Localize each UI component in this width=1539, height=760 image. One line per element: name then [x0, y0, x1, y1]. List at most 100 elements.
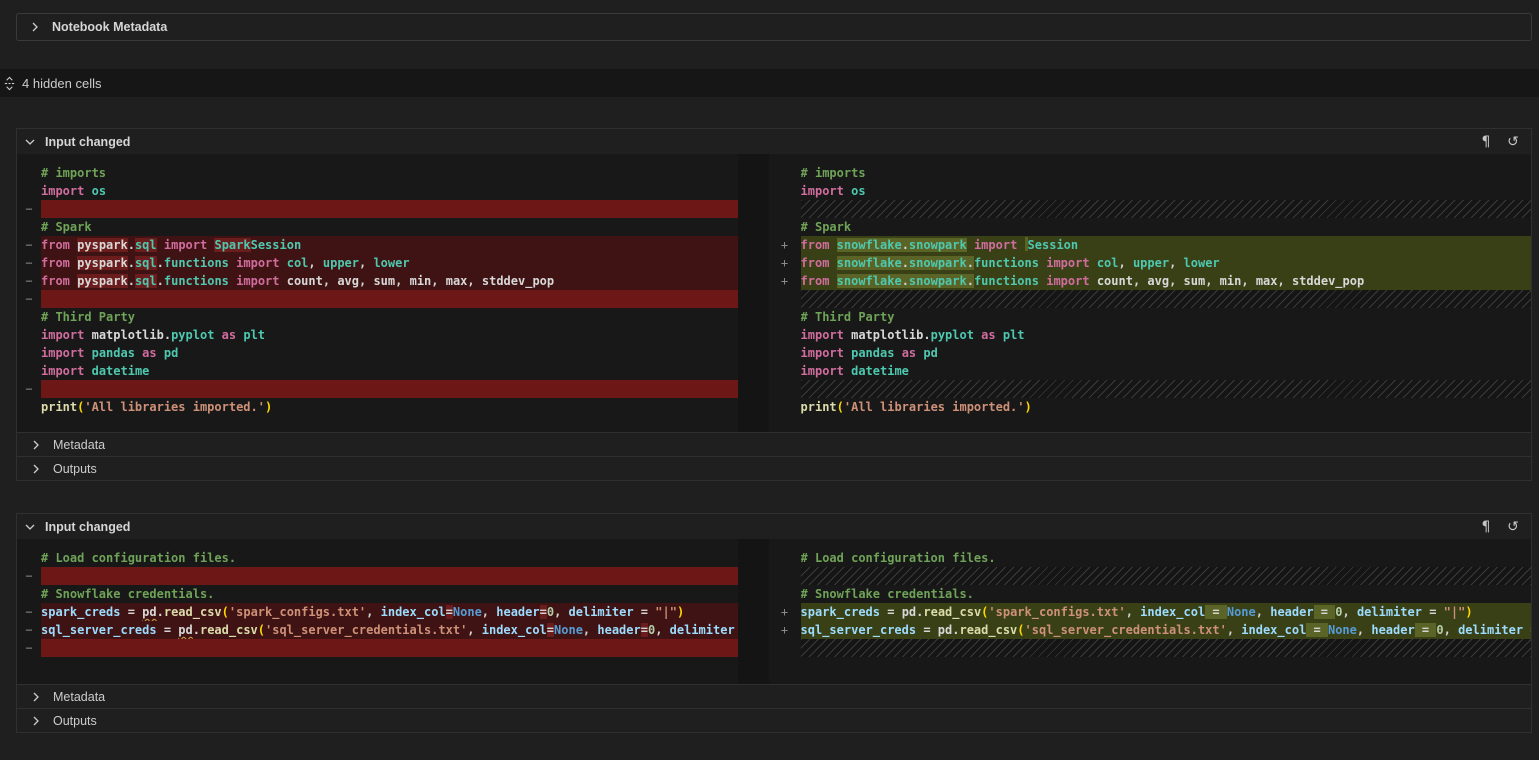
diff-gutter-marker: −	[17, 200, 41, 218]
code-text: # Load configuration files.	[801, 549, 1531, 567]
diff-gutter	[769, 218, 801, 236]
diff-gutter-marker: −	[17, 272, 41, 290]
code-text: # Third Party	[801, 308, 1531, 326]
code-line: +from snowflake.snowpark import Session	[769, 236, 1531, 254]
code-text: # Load configuration files.	[41, 549, 738, 567]
cell-metadata-label: Metadata	[53, 438, 105, 452]
chevron-right-icon	[27, 19, 43, 35]
code-line	[769, 639, 1531, 657]
code-line: +spark_creds = pd.read_csv('spark_config…	[769, 603, 1531, 621]
cell-metadata-row[interactable]: Metadata	[17, 432, 1531, 456]
diff-gutter	[769, 362, 801, 380]
code-text: sql_server_creds = pd.read_csv('sql_serv…	[801, 621, 1531, 639]
diff-gutter	[769, 380, 801, 398]
diff-gutter-marker: −	[17, 639, 41, 657]
code-line: −from pyspark.sql.functions import col, …	[17, 254, 738, 272]
chevron-right-icon	[28, 437, 44, 453]
code-text: import matplotlib.pyplot as plt	[41, 326, 738, 344]
diff-gutter	[769, 164, 801, 182]
diff-gutter	[17, 398, 41, 416]
hidden-cells-row[interactable]: 4 hidden cells	[0, 69, 1539, 97]
diff-gutter-marker: +	[769, 621, 801, 639]
cell-metadata-row[interactable]: Metadata	[17, 684, 1531, 708]
code-line: # Snowflake credentials.	[769, 585, 1531, 603]
diff-gutter-marker: −	[17, 254, 41, 272]
diff-gutter-marker: −	[17, 621, 41, 639]
code-line: import datetime	[769, 362, 1531, 380]
code-line: import pandas as pd	[17, 344, 738, 362]
code-line: import os	[17, 182, 738, 200]
code-text: # imports	[41, 164, 738, 182]
code-line: print('All libraries imported.')	[17, 398, 738, 416]
notebook-metadata-header[interactable]: Notebook Metadata	[16, 13, 1532, 41]
code-line: # Third Party	[769, 308, 1531, 326]
code-line: −	[17, 567, 738, 585]
diff-gutter	[769, 200, 801, 218]
code-line: import matplotlib.pyplot as plt	[769, 326, 1531, 344]
code-line: print('All libraries imported.')	[769, 398, 1531, 416]
code-line: # Load configuration files.	[769, 549, 1531, 567]
hidden-cells-label: 4 hidden cells	[22, 76, 102, 91]
chevron-down-icon	[22, 134, 38, 150]
code-line: # Snowflake credentials.	[17, 585, 738, 603]
code-text: import os	[801, 182, 1531, 200]
revert-cell-icon[interactable]: ↺	[1503, 517, 1523, 537]
code-line	[769, 380, 1531, 398]
code-line: +from snowflake.snowpark.functions impor…	[769, 254, 1531, 272]
whitespace-toggle-icon[interactable]: ¶	[1476, 517, 1496, 537]
code-line: # Spark	[769, 218, 1531, 236]
cell-outputs-row[interactable]: Outputs	[17, 708, 1531, 732]
diff-gutter-marker: −	[17, 603, 41, 621]
new-code-pane[interactable]: # importsimport os# Spark+from snowflake…	[769, 154, 1531, 432]
code-line: # imports	[17, 164, 738, 182]
diff-gutter	[769, 344, 801, 362]
code-line: +from snowflake.snowpark.functions impor…	[769, 272, 1531, 290]
diff-gutter-marker: −	[17, 236, 41, 254]
code-line: import pandas as pd	[769, 344, 1531, 362]
diff-gutter	[17, 585, 41, 603]
code-text	[41, 567, 738, 585]
cell-outputs-row[interactable]: Outputs	[17, 456, 1531, 480]
chevron-right-icon	[28, 461, 44, 477]
cell-header[interactable]: Input changed ¶ ↺	[17, 514, 1531, 539]
code-line: −sql_server_creds = pd.read_csv('sql_ser…	[17, 621, 738, 639]
diff-gutter-marker: −	[17, 567, 41, 585]
revert-cell-icon[interactable]: ↺	[1503, 132, 1523, 152]
old-code-pane[interactable]: # importsimport os−# Spark−from pyspark.…	[17, 154, 738, 432]
diff-gutter-marker: +	[769, 254, 801, 272]
diff-gutter	[769, 290, 801, 308]
deleted-placeholder-hatch	[801, 639, 1531, 657]
diff-gutter	[17, 308, 41, 326]
code-line: −	[17, 380, 738, 398]
unfold-icon	[2, 76, 17, 91]
old-code-pane[interactable]: # Load configuration files.−# Snowflake …	[17, 539, 738, 684]
code-text: print('All libraries imported.')	[801, 398, 1531, 416]
code-line	[769, 567, 1531, 585]
code-line: import datetime	[17, 362, 738, 380]
whitespace-toggle-icon[interactable]: ¶	[1476, 132, 1496, 152]
code-line: +sql_server_creds = pd.read_csv('sql_ser…	[769, 621, 1531, 639]
code-line: −spark_creds = pd.read_csv('spark_config…	[17, 603, 738, 621]
diff-gutter	[17, 164, 41, 182]
cell-outputs-label: Outputs	[53, 462, 97, 476]
diff-gutter-marker: +	[769, 236, 801, 254]
code-text: from pyspark.sql.functions import count,…	[41, 272, 738, 290]
code-line: −	[17, 639, 738, 657]
diff-gutter	[17, 182, 41, 200]
code-line: import os	[769, 182, 1531, 200]
code-line	[769, 290, 1531, 308]
code-text: import matplotlib.pyplot as plt	[801, 326, 1531, 344]
code-text	[41, 200, 738, 218]
code-text	[41, 290, 738, 308]
deleted-placeholder-hatch	[801, 290, 1531, 308]
diff-gutter	[769, 308, 801, 326]
new-code-pane[interactable]: # Load configuration files. # Snowflake c…	[769, 539, 1531, 684]
code-line: −	[17, 290, 738, 308]
chevron-down-icon	[22, 519, 38, 535]
cell-outputs-label: Outputs	[53, 714, 97, 728]
cell-header[interactable]: Input changed ¶ ↺	[17, 129, 1531, 154]
notebook-cell-diff: Input changed ¶ ↺ # importsimport os−# S…	[16, 128, 1532, 481]
code-text: print('All libraries imported.')	[41, 398, 738, 416]
code-line: −from pyspark.sql import SparkSession	[17, 236, 738, 254]
code-line: −from pyspark.sql.functions import count…	[17, 272, 738, 290]
